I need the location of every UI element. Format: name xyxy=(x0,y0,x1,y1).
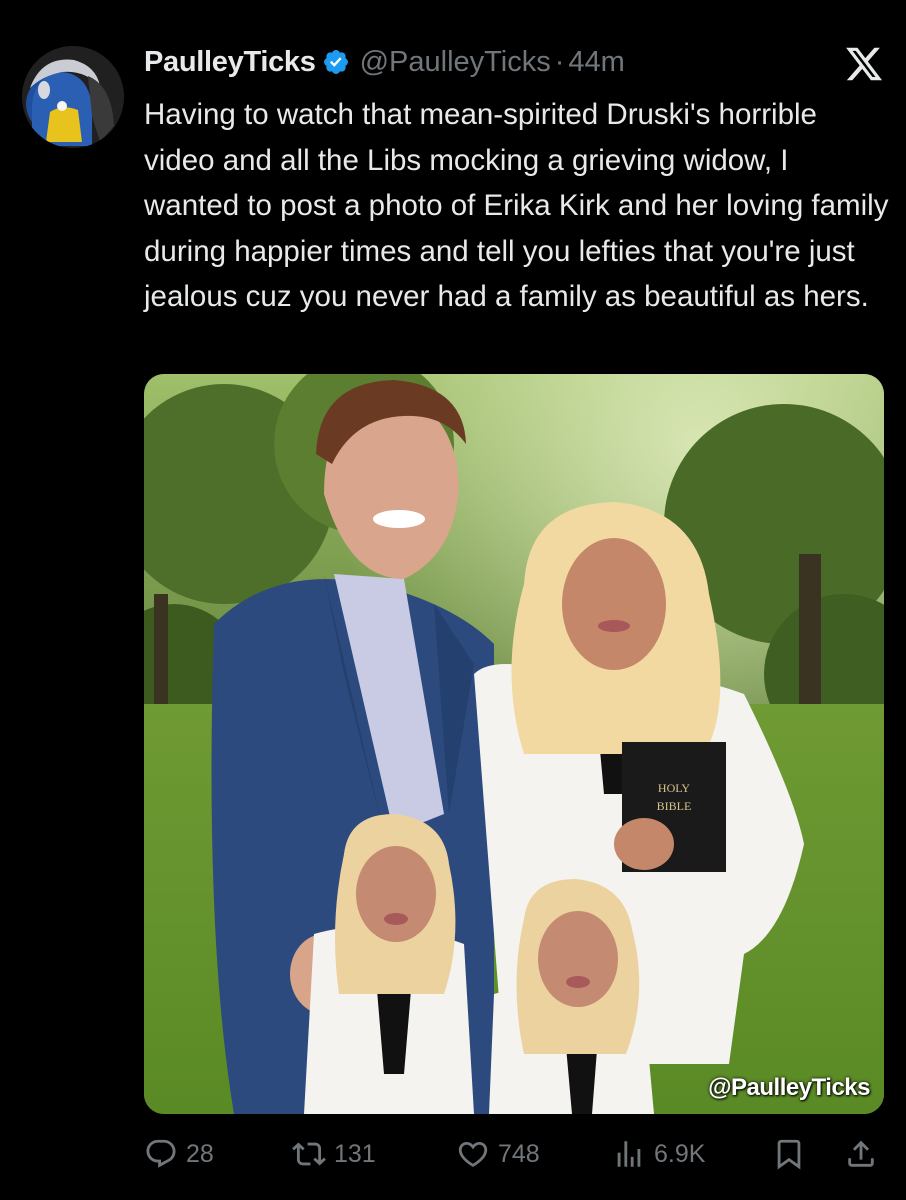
separator-dot: · xyxy=(554,45,565,78)
like-count: 748 xyxy=(498,1139,540,1168)
bookmark-icon xyxy=(777,1139,801,1170)
bible-title-line2: BIBLE xyxy=(657,799,692,813)
views-count: 6.9K xyxy=(654,1139,706,1168)
share-icon xyxy=(848,1140,874,1167)
views-button[interactable]: 6.9K xyxy=(612,1134,705,1174)
verified-badge-icon xyxy=(322,48,350,76)
x-logo-icon xyxy=(844,44,884,84)
share-button[interactable] xyxy=(844,1134,878,1174)
handle[interactable]: @PaulleyTicks xyxy=(360,46,551,79)
avatar-image xyxy=(22,46,124,148)
tweet-header: PaulleyTicks @PaulleyTicks · 44m xyxy=(144,40,625,84)
family-photo: HOLY BIBLE xyxy=(144,374,884,1114)
heart-icon xyxy=(458,1141,488,1167)
timestamp[interactable]: 44m xyxy=(568,46,624,79)
bible-title-line1: HOLY xyxy=(658,781,690,795)
tweet-text: Having to watch that mean-spirited Drusk… xyxy=(144,98,889,313)
reply-count: 28 xyxy=(186,1139,214,1168)
avatar[interactable] xyxy=(22,46,124,148)
tweet-media-photo[interactable]: HOLY BIBLE @PaulleyTicks xyxy=(144,374,884,1114)
tweet: PaulleyTicks @PaulleyTicks · 44m Having … xyxy=(0,0,906,1200)
views-icon xyxy=(617,1141,641,1167)
media-watermark: @PaulleyTicks xyxy=(708,1074,870,1101)
bookmark-button[interactable] xyxy=(772,1134,806,1174)
like-button[interactable]: 748 xyxy=(456,1134,540,1174)
display-name[interactable]: PaulleyTicks xyxy=(144,46,316,79)
action-bar: 28 131 748 6.9K xyxy=(144,1134,884,1174)
repost-count: 131 xyxy=(334,1139,376,1168)
reply-icon xyxy=(146,1139,176,1168)
reply-button[interactable]: 28 xyxy=(144,1134,214,1174)
repost-button[interactable]: 131 xyxy=(292,1134,376,1174)
repost-icon xyxy=(292,1142,326,1166)
